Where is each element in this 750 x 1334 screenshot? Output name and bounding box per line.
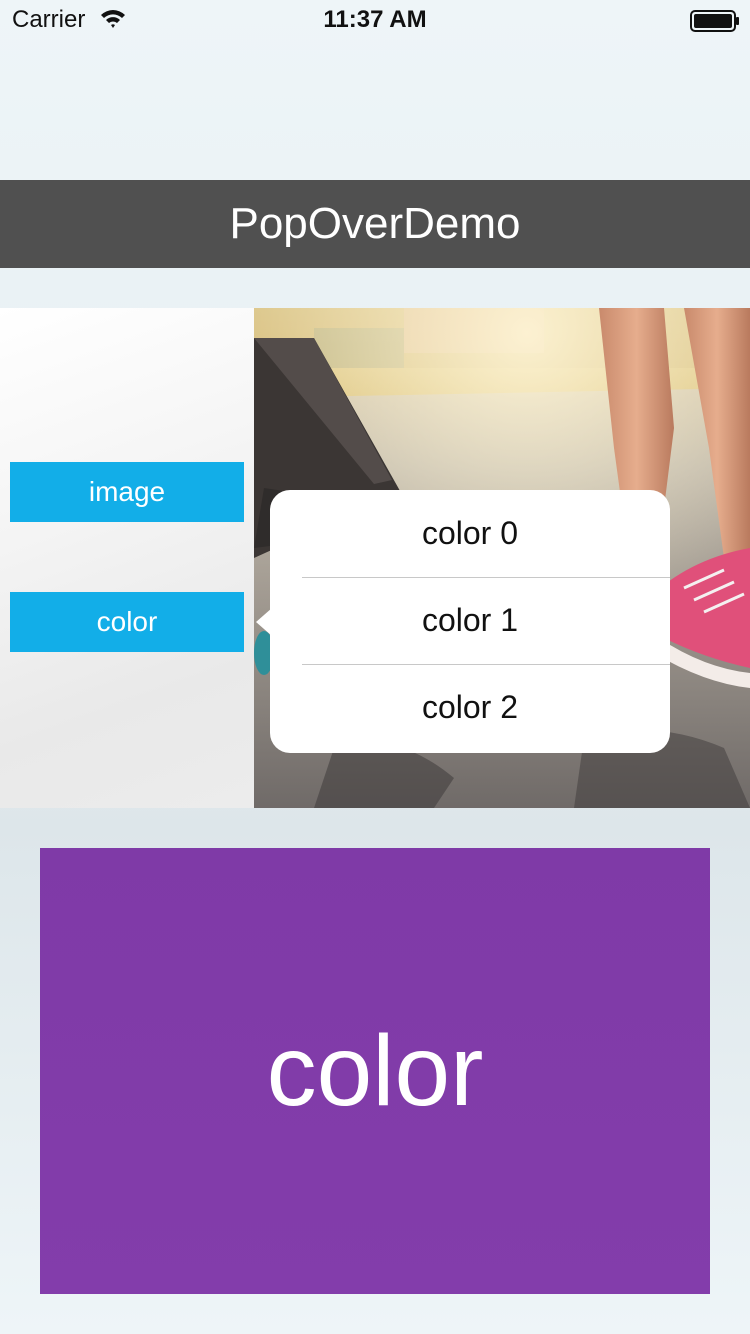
- popover-item-color-2[interactable]: color 2: [270, 664, 670, 751]
- color-popover: color 0 color 1 color 2: [270, 490, 670, 753]
- clock: 11:37 AM: [323, 6, 427, 33]
- color-display-label: color: [266, 1014, 484, 1127]
- popover-item-color-0[interactable]: color 0: [270, 490, 670, 577]
- button-panel: image color: [0, 308, 254, 808]
- popover-item-color-1[interactable]: color 1: [270, 577, 670, 664]
- image-button[interactable]: image: [10, 462, 244, 522]
- color-button[interactable]: color: [10, 592, 244, 652]
- page-title: PopOverDemo: [229, 199, 521, 248]
- status-bar: Carrier 11:37 AM: [0, 0, 750, 40]
- title-bar: PopOverDemo: [0, 180, 750, 268]
- color-display: color: [40, 848, 710, 1294]
- battery-icon: [690, 10, 739, 32]
